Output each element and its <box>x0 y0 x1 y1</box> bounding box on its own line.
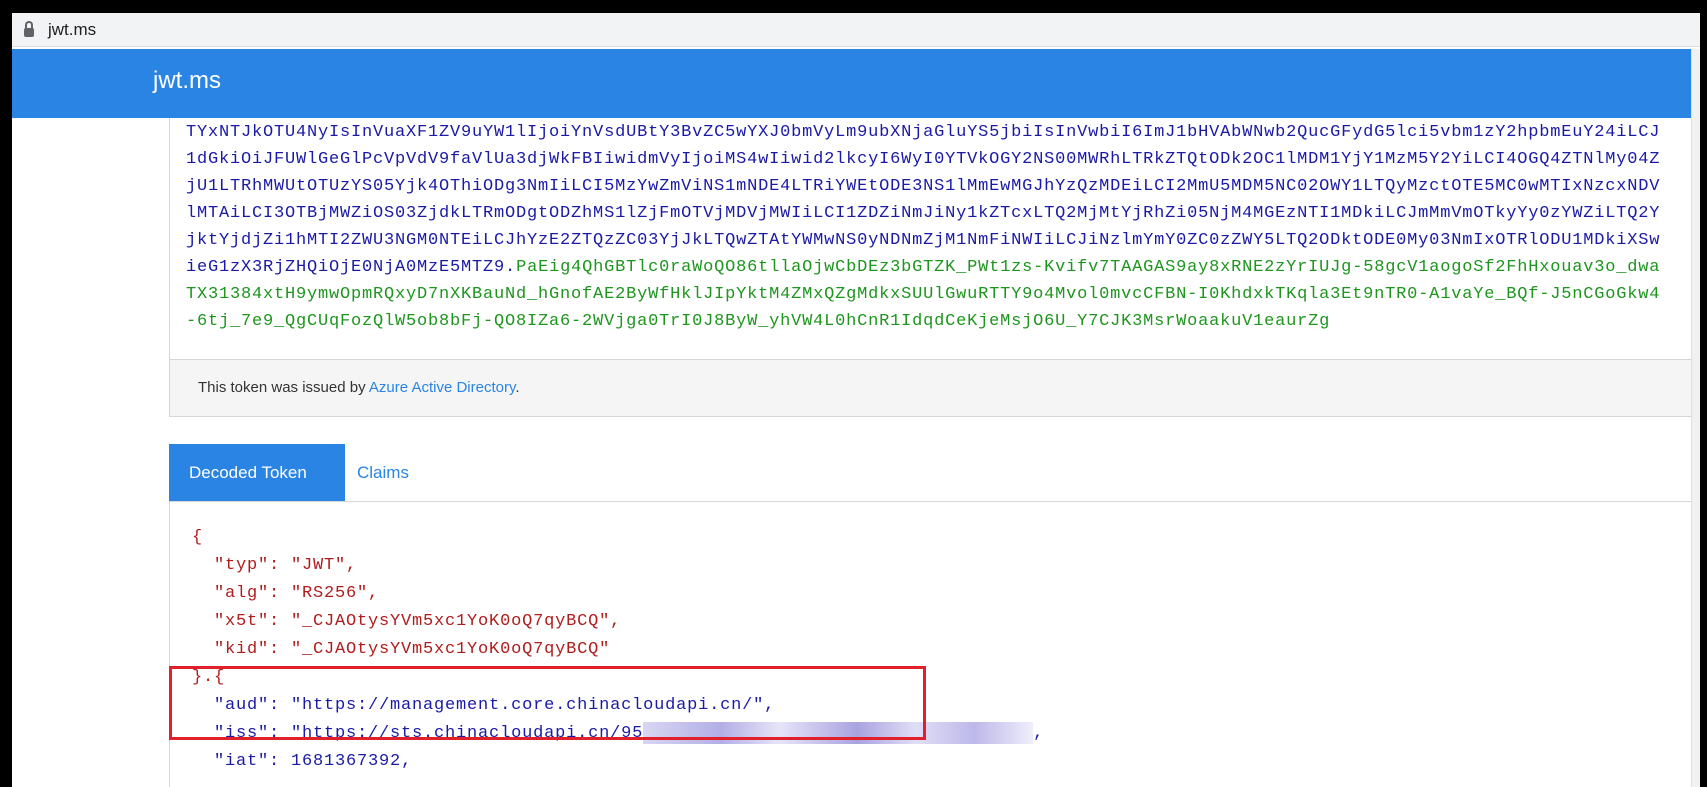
brand-link[interactable]: jwt.ms <box>153 67 221 95</box>
tab-claims[interactable]: Claims <box>337 444 429 501</box>
token-payload-line: jU1LTRhMWUtOTUzYS05Yjk4OThiODg3NmIiLCI5M… <box>186 173 1660 200</box>
json-line: "typ": "JWT", <box>192 552 1044 580</box>
token-payload-line: ieG1zX3RjZHQiOjE0NjA0MzE5MTZ9. <box>186 258 516 277</box>
encoded-token: TYxNTJkOTU4NyIsInVuaXF1ZV9uYW1lIjoiYnVsd… <box>186 119 1660 335</box>
token-signature-line: PaEig4QhGBTlc0raWoQO86tllaOjwCbDEz3bGTZK… <box>516 258 1660 277</box>
lock-icon <box>24 28 34 37</box>
token-payload-line: lMTAiLCI3OTBjMWZiOS03ZjdkLTRmODgtODZhMS1… <box>186 200 1660 227</box>
json-line: "kid": "_CJAOtysYVm5xc1YoK0oQ7qyBCQ" <box>192 636 1044 664</box>
scrollbar[interactable] <box>1691 49 1700 787</box>
token-payload-line: 1dGkiOiJFUWlGeGlPcVpVdV9faVlUa3djWkFBIiw… <box>186 146 1660 173</box>
json-line: "iat": 1681367392, <box>192 748 1044 776</box>
json-line: "alg": "RS256", <box>192 580 1044 608</box>
token-signature-line: TX31384xtH9ymwOpmRQxyD7nXKBauNd_hGnofAE2… <box>186 281 1660 308</box>
token-payload-line: TYxNTJkOTU4NyIsInVuaXF1ZV9uYW1lIjoiYnVsd… <box>186 119 1660 146</box>
issuer-info: This token was issued by Azure Active Di… <box>169 359 1694 417</box>
issuer-suffix: . <box>515 379 519 396</box>
token-mixed-line: ieG1zX3RjZHQiOjE0NjA0MzE5MTZ9.PaEig4QhGB… <box>186 254 1660 281</box>
token-signature-line: -6tj_7e9_QgCUqFozQlW5ob8bFj-QO8IZa6-2WVj… <box>186 308 1660 335</box>
json-brace: { <box>192 524 1044 552</box>
url-text[interactable]: jwt.ms <box>48 20 96 40</box>
decoded-token-panel: { "typ": "JWT", "alg": "RS256", "x5t": "… <box>169 501 1694 787</box>
token-payload-line: jktYjdjZi1hMTI2ZWU3NGM0NTEiLCJhYzE2ZTQzZ… <box>186 227 1660 254</box>
address-bar[interactable]: jwt.ms <box>12 13 1700 47</box>
issuer-prefix: This token was issued by <box>198 379 369 396</box>
highlight-annotation <box>169 666 926 740</box>
site-header: jwt.ms <box>12 49 1700 118</box>
json-line: "x5t": "_CJAOtysYVm5xc1YoK0oQ7qyBCQ", <box>192 608 1044 636</box>
tab-decoded-token[interactable]: Decoded Token <box>169 444 345 501</box>
encoded-token-box[interactable]: TYxNTJkOTU4NyIsInVuaXF1ZV9uYW1lIjoiYnVsd… <box>169 118 1694 360</box>
issuer-link[interactable]: Azure Active Directory <box>369 379 515 396</box>
